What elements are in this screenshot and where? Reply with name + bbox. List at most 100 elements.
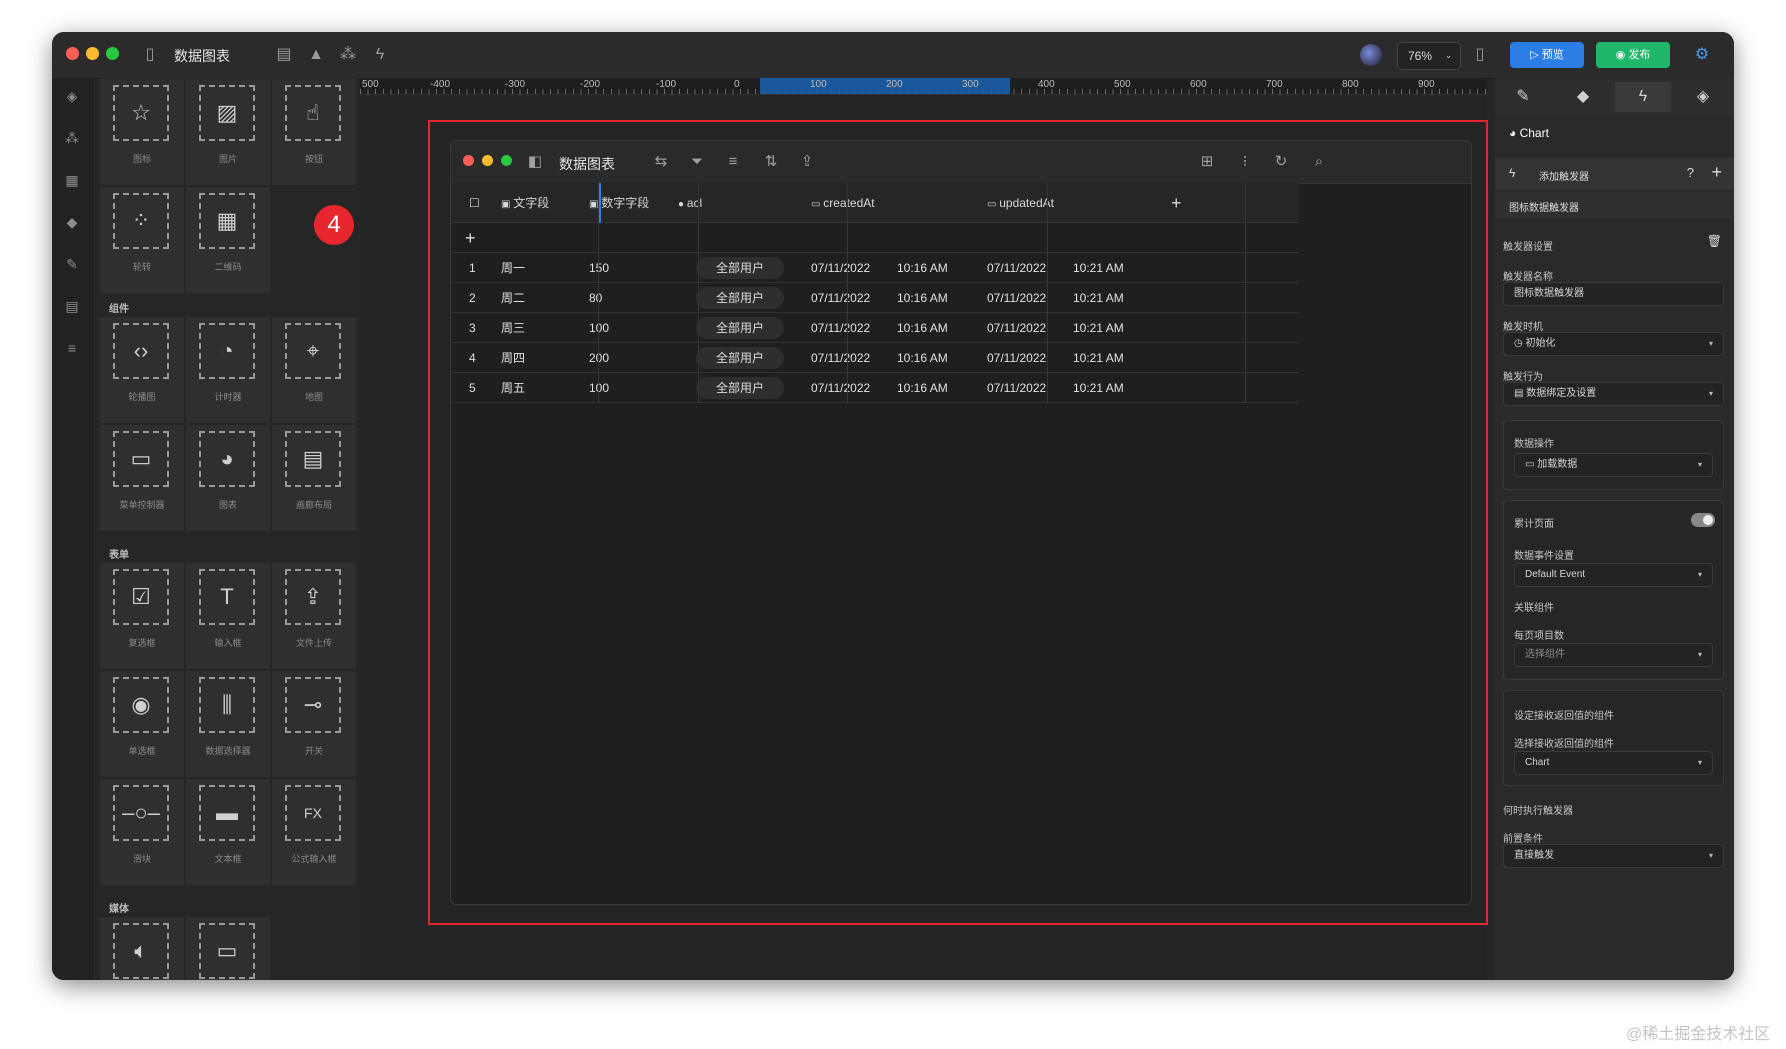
database-icon[interactable]: ▤ (62, 296, 82, 316)
trash-icon[interactable]: 🗑︎ (1707, 234, 1722, 248)
avatar[interactable] (1360, 44, 1382, 66)
cell-text[interactable]: 周四 (501, 343, 525, 373)
per-page-select[interactable]: 选择组件 ▾ (1514, 643, 1713, 667)
select-all-checkbox[interactable]: ☐ (469, 183, 480, 223)
add-row-icon[interactable]: + (465, 223, 476, 253)
palette-tile-upload[interactable]: ⇪ 文件上传 (271, 562, 357, 670)
palette-tile-slider[interactable]: –○– 滑块 (99, 778, 185, 886)
components-icon[interactable]: ⁂ (62, 128, 82, 148)
preview-button[interactable]: ▷ 预览 (1510, 42, 1584, 68)
tab-data[interactable]: ◆ (1555, 82, 1611, 112)
cell-updated-date[interactable]: 07/11/2022 (987, 253, 1046, 283)
column-header-created[interactable]: ▭ createdAt (811, 183, 875, 223)
tab-package[interactable]: ◈ (1675, 82, 1731, 112)
column-resize-handle[interactable] (599, 183, 601, 223)
group-icon[interactable]: ≡ (723, 152, 743, 172)
export-icon[interactable]: ⇪ (797, 152, 817, 172)
cell-number[interactable]: 200 (589, 343, 609, 373)
palette-tile-chart[interactable]: ◕ 图表 (185, 424, 271, 532)
column-header-updated[interactable]: ▭ updatedAt (987, 183, 1054, 223)
palette-tile-map[interactable]: ⌖ 地图 (271, 316, 357, 424)
add-row[interactable]: + (451, 223, 1299, 253)
tab-style[interactable]: ✎ (1495, 82, 1551, 112)
publish-button[interactable]: ◉ 发布 (1596, 42, 1670, 68)
cell-number[interactable]: 150 (589, 253, 609, 283)
cell-text[interactable]: 周五 (501, 373, 525, 403)
cell-acl[interactable]: 全部用户 (696, 253, 785, 283)
palette-tile-input[interactable]: T 输入框 (185, 562, 271, 670)
palette-tile-video[interactable]: ▭ (185, 916, 271, 980)
cell-number[interactable]: 80 (589, 283, 602, 313)
cell-created-time[interactable]: 10:16 AM (897, 283, 948, 313)
palette-tile-image[interactable]: ▨ 图片 (185, 78, 271, 186)
layers-icon[interactable]: ◆ (62, 212, 82, 232)
document-icon[interactable]: ▤ (274, 45, 294, 65)
share-nodes-icon[interactable]: ⁂ (338, 45, 358, 65)
list-icon[interactable]: ≡ (62, 338, 82, 358)
palette-tile-formula[interactable]: FX 公式输入框 (271, 778, 357, 886)
cell-acl[interactable]: 全部用户 (696, 313, 785, 343)
filter-icon[interactable]: ⏷ (687, 152, 707, 172)
data-operation-select[interactable]: ▭ 加载数据 ▾ (1514, 453, 1713, 477)
cell-acl[interactable]: 全部用户 (696, 283, 785, 313)
inner-maximize-button[interactable] (501, 155, 512, 166)
fields-icon[interactable]: ⁝ (1235, 152, 1255, 172)
inner-close-button[interactable] (463, 155, 474, 166)
precondition-select[interactable]: 直接触发 ▾ (1503, 844, 1724, 868)
device-phone-icon[interactable]: ▯ (1470, 45, 1490, 65)
drive-icon[interactable]: ▲ (306, 45, 326, 65)
refresh-icon[interactable]: ↻ (1271, 152, 1291, 172)
palette-tile-switch[interactable]: ⊸ 开关 (271, 670, 357, 778)
inner-minimize-button[interactable] (482, 155, 493, 166)
cell-acl[interactable]: 全部用户 (696, 343, 785, 373)
cell-text[interactable]: 周三 (501, 313, 525, 343)
sort-icon[interactable]: ⇅ (761, 152, 781, 172)
cell-text[interactable]: 周一 (501, 253, 525, 283)
table-row[interactable]: 4 周四 200 全部用户 07/11/2022 10:16 AM 07/11/… (451, 343, 1299, 373)
settings-sliders-icon[interactable]: ⚙ (1692, 45, 1712, 65)
table-row[interactable]: 3 周三 100 全部用户 07/11/2022 10:16 AM 07/11/… (451, 313, 1299, 343)
add-trigger-button[interactable]: + (1711, 162, 1722, 183)
palette-tile-spinner[interactable]: ⁘ 轮转 (99, 186, 185, 294)
cell-updated-time[interactable]: 10:21 AM (1073, 343, 1124, 373)
design-canvas[interactable]: 500 -400 -300 -200 -100 0 100 200 300 40… (360, 78, 1488, 980)
receive-component-select[interactable]: Chart ▾ (1514, 751, 1713, 775)
cell-created-date[interactable]: 07/11/2022 (811, 253, 870, 283)
cell-created-time[interactable]: 10:16 AM (897, 313, 948, 343)
data-event-select[interactable]: Default Event ▾ (1514, 563, 1713, 587)
palette-tile-button[interactable]: ☝ 按钮 (271, 78, 357, 186)
palette-tile-gallery[interactable]: ▤ 画廊布局 (271, 424, 357, 532)
table-row[interactable]: 1 周一 150 全部用户 07/11/2022 10:16 AM 07/11/… (451, 253, 1299, 283)
zoom-select[interactable]: 76% ⌄ (1397, 42, 1461, 70)
cell-acl[interactable]: 全部用户 (696, 373, 785, 403)
help-icon[interactable]: ? (1687, 165, 1694, 180)
palette-tile-menu-controller[interactable]: ▭ 菜单控制器 (99, 424, 185, 532)
cell-updated-date[interactable]: 07/11/2022 (987, 313, 1046, 343)
trigger-name-input[interactable]: 图标数据触发器 (1503, 282, 1724, 306)
trigger-list-item[interactable]: 图标数据触发器 (1495, 192, 1734, 218)
cell-updated-time[interactable]: 10:21 AM (1073, 373, 1124, 403)
palette-tile-icon[interactable]: ☆ 图标 (99, 78, 185, 186)
cube-icon[interactable]: ◈ (62, 86, 82, 106)
cell-created-time[interactable]: 10:16 AM (897, 343, 948, 373)
cell-number[interactable]: 100 (589, 313, 609, 343)
cell-created-date[interactable]: 07/11/2022 (811, 313, 870, 343)
palette-tile-data-picker[interactable]: ⫼ 数据选择器 (185, 670, 271, 778)
search-list-icon[interactable]: ⌕ (1309, 152, 1329, 172)
table-row[interactable]: 5 周五 100 全部用户 07/11/2022 10:16 AM 07/11/… (451, 373, 1299, 403)
close-window-button[interactable] (66, 47, 79, 60)
cell-created-date[interactable]: 07/11/2022 (811, 343, 870, 373)
palette-tile-radio[interactable]: ◉ 单选框 (99, 670, 185, 778)
column-header-text[interactable]: ▣ 文字段 (501, 183, 549, 223)
data-table-window[interactable]: ◧ 数据图表 ⇆ ⏷ ≡ ⇅ ⇪ ⊞ ⁝ ↻ ⌕ ☐ ▣ 文字段 ▣ 数字字段 … (450, 140, 1472, 905)
trigger-action-select[interactable]: ▤ 数据绑定及设置 ▾ (1503, 382, 1724, 406)
accumulate-pages-toggle[interactable] (1691, 513, 1715, 527)
cell-text[interactable]: 周二 (501, 283, 525, 313)
tab-triggers[interactable]: ϟ (1615, 82, 1671, 112)
add-column-icon[interactable]: + (1171, 183, 1182, 223)
palette-tile-carousel[interactable]: ‹› 轮播图 (99, 316, 185, 424)
plugin-icon[interactable]: ✎ (62, 254, 82, 274)
cell-updated-date[interactable]: 07/11/2022 (987, 373, 1046, 403)
cell-created-time[interactable]: 10:16 AM (897, 373, 948, 403)
palette-tile-textbox[interactable]: ▬ 文本框 (185, 778, 271, 886)
